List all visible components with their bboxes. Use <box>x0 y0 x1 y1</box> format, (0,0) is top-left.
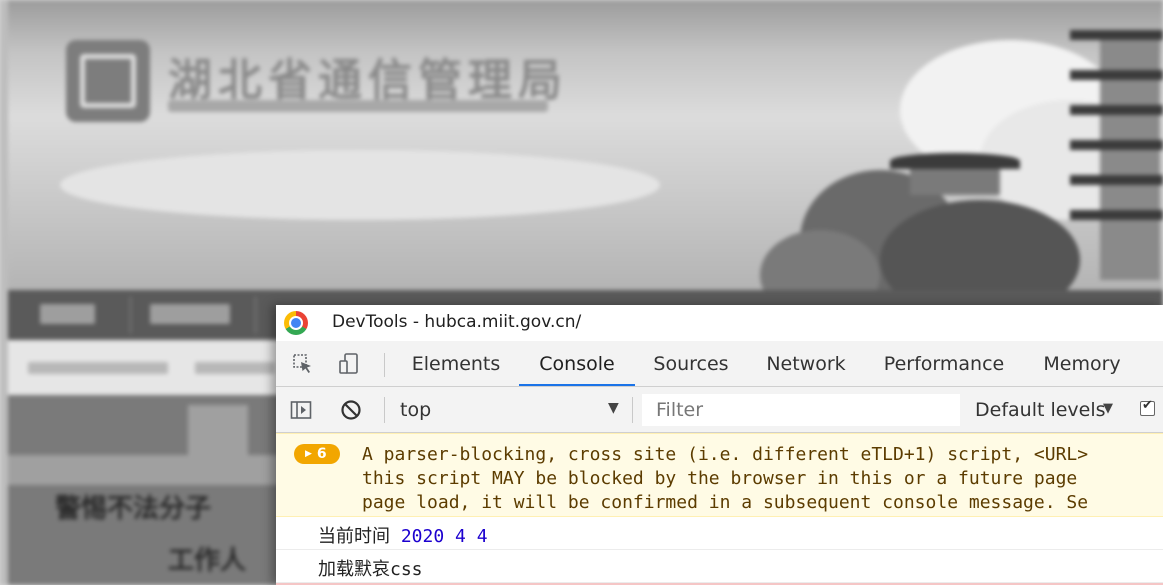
log-levels-select[interactable]: Default levels <box>975 399 1106 421</box>
toolbar-separator <box>384 397 385 423</box>
group-similar-checkbox[interactable] <box>1140 398 1155 416</box>
console-warning-message[interactable]: ▶ 6 A parser-blocking, cross site (i.e. d… <box>276 433 1163 517</box>
devtools-titlebar[interactable]: DevTools - hubca.miit.gov.cn/ <box>276 305 1163 341</box>
warning-line-1: A parser-blocking, cross site (i.e. diff… <box>362 444 1089 465</box>
tab-elements[interactable]: Elements <box>400 341 512 386</box>
site-logo-title: 湖北省通信管理局 <box>168 55 568 106</box>
warning-line-3: page load, it will be confirmed in a sub… <box>362 492 1089 513</box>
pavilion-image <box>890 135 1020 195</box>
tab-console[interactable]: Console <box>519 341 635 386</box>
context-dropdown-arrow-icon[interactable]: ▼ <box>608 400 619 416</box>
tab-performance[interactable]: Performance <box>874 341 1014 386</box>
chrome-logo-icon <box>284 311 308 335</box>
site-banner: 湖北省通信管理局 <box>0 0 1163 320</box>
tower-image <box>1060 0 1163 290</box>
site-scroll-edge <box>0 0 8 585</box>
devtools-tabbar: Elements Console Sources Network Perform… <box>276 341 1163 387</box>
log-values: 2020 4 4 <box>400 526 488 547</box>
device-toolbar-icon[interactable] <box>338 353 360 375</box>
log-label: 加载默哀css <box>318 559 423 580</box>
console-toolbar: top ▼ Default levels ▼ <box>276 387 1163 433</box>
warning-count: 6 <box>316 446 327 462</box>
show-sidebar-icon[interactable] <box>290 399 312 421</box>
tab-memory[interactable]: Memory <box>1032 341 1132 386</box>
console-filter-input[interactable] <box>642 394 960 426</box>
execution-context-select[interactable]: top <box>400 399 431 421</box>
devtools-window-title: DevTools - hubca.miit.gov.cn/ <box>332 312 582 332</box>
tab-network[interactable]: Network <box>756 341 856 386</box>
tabbar-separator <box>384 353 385 377</box>
levels-dropdown-arrow-icon[interactable]: ▼ <box>1103 401 1113 416</box>
toolbar-separator-2 <box>632 397 633 423</box>
expand-triangle-icon: ▶ <box>305 449 312 459</box>
console-log-row: 当前时间 2020 4 4 <box>276 517 1163 550</box>
site-headline-line1: 警惕不法分子 <box>55 494 212 524</box>
warning-line-2: this script MAY be blocked by the browse… <box>362 468 1078 489</box>
console-output: ▶ 6 A parser-blocking, cross site (i.e. d… <box>276 433 1163 585</box>
warning-count-badge[interactable]: ▶ 6 <box>294 444 340 464</box>
site-headline-line2: 工作人 <box>168 546 247 576</box>
devtools-window: DevTools - hubca.miit.gov.cn/ Elements C… <box>276 305 1163 585</box>
clear-console-icon[interactable] <box>340 399 362 421</box>
console-log-row: 加载默哀css <box>276 550 1163 583</box>
site-logo-subtitle <box>168 100 548 112</box>
tab-sources[interactable]: Sources <box>640 341 742 386</box>
site-logo-icon <box>66 40 150 122</box>
inspect-element-icon[interactable] <box>292 353 314 375</box>
log-label: 当前时间 <box>318 526 390 547</box>
